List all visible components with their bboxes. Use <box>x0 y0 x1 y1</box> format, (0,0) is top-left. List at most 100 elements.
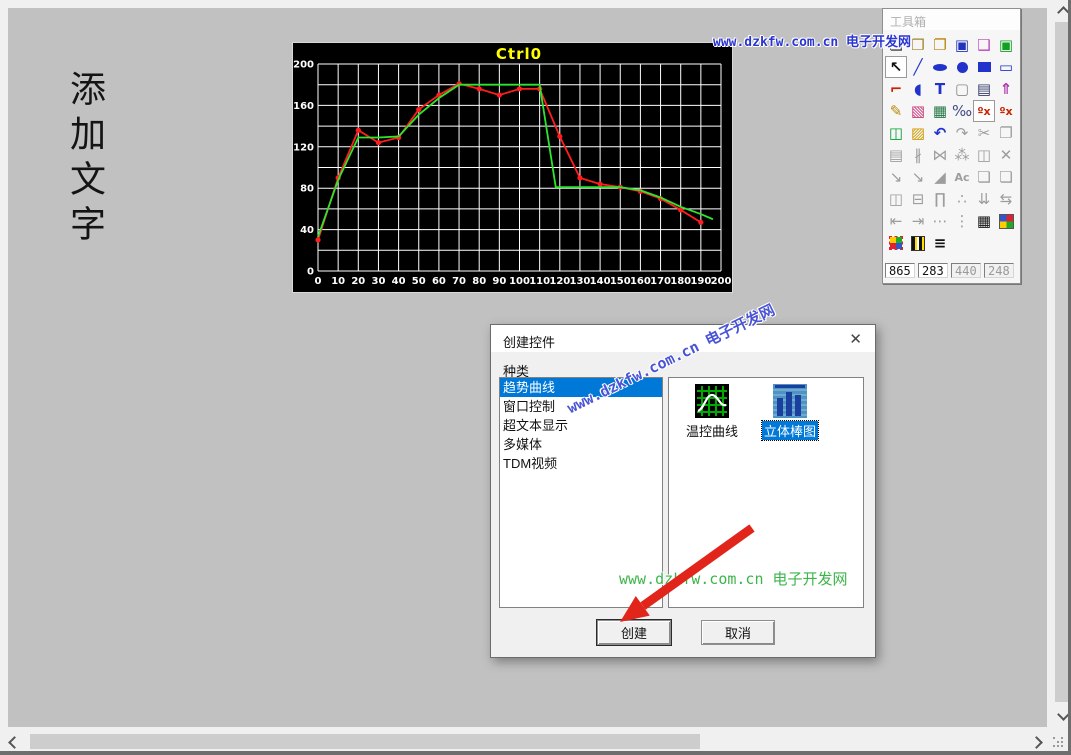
cancel-button[interactable]: 取消 <box>701 620 775 645</box>
align-bottom-icon: ⊟ <box>907 188 929 210</box>
palette-export-icon[interactable]: ▨ <box>907 122 929 144</box>
rect-tool-icon-shape <box>978 62 991 72</box>
cut-icon: ✂ <box>973 122 995 144</box>
scroll-left-icon[interactable] <box>8 736 21 749</box>
note-edit-icon[interactable]: ✎ <box>885 100 907 122</box>
create-button[interactable]: 创建 <box>597 620 671 645</box>
svg-text:40: 40 <box>392 276 406 287</box>
category-item[interactable]: TDM视频 <box>500 454 662 473</box>
circle-tool-icon-shape <box>957 62 968 73</box>
stripes-icon[interactable]: ≡ <box>929 232 951 254</box>
svg-text:50: 50 <box>412 276 426 287</box>
coordinate-field: 248 <box>984 263 1014 278</box>
dialog-titlebar[interactable]: 创建控件 ✕ <box>491 325 875 352</box>
svg-text:0: 0 <box>307 267 314 278</box>
select-cursor-icon[interactable]: ↖ <box>885 56 907 78</box>
flip-h-icon: ❏ <box>973 166 995 188</box>
rocket-widget-icon[interactable]: ⇑ <box>995 78 1017 100</box>
canvas-vertical-text[interactable]: 添加文字 <box>66 70 102 250</box>
report-tool-icon[interactable]: ▤ <box>973 78 995 100</box>
run-view-icon[interactable]: ▣ <box>995 34 1017 56</box>
rect-tool-icon[interactable] <box>973 56 995 78</box>
svg-text:80: 80 <box>472 276 486 287</box>
save-icon[interactable]: ▣ <box>951 34 973 56</box>
horizontal-scrollbar[interactable] <box>0 733 1047 750</box>
distribute-pairs-icon: ∦ <box>907 144 929 166</box>
color-select-icon[interactable] <box>885 232 907 254</box>
value-label-icon[interactable]: ºx <box>973 100 995 122</box>
fill-tool-icon: ◢ <box>929 166 951 188</box>
color-bars-icon-shape <box>911 236 925 251</box>
category-listbox[interactable]: 趋势曲线窗口控制超文本显示多媒体TDM视频 <box>499 377 663 608</box>
toolbox-coordinate-fields: 865283440248 <box>885 263 1014 278</box>
coordinate-field[interactable]: 865 <box>885 263 915 278</box>
grid-icon[interactable]: ▦ <box>973 210 995 232</box>
category-item[interactable]: 趋势曲线 <box>500 378 662 397</box>
svg-text:130: 130 <box>570 276 591 287</box>
category-item[interactable]: 窗口控制 <box>500 397 662 416</box>
ellipse-tool-icon[interactable] <box>929 56 951 78</box>
toolbox-title: 工具箱 <box>883 9 1020 30</box>
new-file-icon[interactable]: ❏ <box>885 34 907 56</box>
scale-icon: ⁂ <box>951 144 973 166</box>
svg-text:140: 140 <box>590 276 611 287</box>
align-center-icon: ◫ <box>885 188 907 210</box>
graph-widget-icon[interactable]: ▦ <box>929 100 951 122</box>
polygon-tool-icon[interactable]: ▭ <box>995 56 1017 78</box>
rounded-rect-tool-icon[interactable]: ▢ <box>951 78 973 100</box>
bar3d-icon-box[interactable] <box>773 384 807 418</box>
ellipse-tool-icon-shape <box>933 64 947 71</box>
color-bars-icon[interactable] <box>907 232 929 254</box>
grow-icon: ⇥ <box>907 210 929 232</box>
rotate-right-icon: ↘ <box>885 166 907 188</box>
trend-chart-svg: 0102030405060708090100110120130140150160… <box>293 43 732 292</box>
control-item[interactable]: 立体棒图 <box>755 384 825 441</box>
svg-text:70: 70 <box>452 276 466 287</box>
image-tool-icon[interactable]: ▧ <box>907 100 929 122</box>
scroll-right-icon[interactable] <box>1030 736 1043 749</box>
coordinate-field[interactable]: 283 <box>918 263 948 278</box>
redo-icon: ↷ <box>951 122 973 144</box>
text-case-icon: Ac <box>951 166 973 188</box>
temp-curve-icon-box[interactable] <box>695 384 729 418</box>
category-item[interactable]: 超文本显示 <box>500 416 662 435</box>
resize-grip[interactable] <box>1053 737 1065 749</box>
dialog-title: 创建控件 <box>503 332 555 351</box>
svg-text:200: 200 <box>293 60 314 71</box>
cylinder-widget-icon[interactable]: ◫ <box>885 122 907 144</box>
control-panel[interactable]: 温控曲线立体棒图 <box>668 377 864 608</box>
bar3d-icon <box>773 384 807 418</box>
trend-chart-widget[interactable]: 0102030405060708090100110120130140150160… <box>292 42 733 293</box>
toolbox-palette[interactable]: 工具箱 ❏❒❐▣❑▣↖╱▭⌐◖T▢▤⇑✎▧▦‰ºxºx◫▨↶↷✂❐▤∦⋈⁂◫✕↘… <box>882 8 1021 284</box>
swap-icon: ✕ <box>995 144 1017 166</box>
text-tool-icon[interactable]: T <box>929 78 951 100</box>
horizontal-scrollbar-thumb[interactable] <box>30 734 700 749</box>
flip-v-icon: ❏ <box>995 166 1017 188</box>
line-tool-icon[interactable]: ╱ <box>907 56 929 78</box>
svg-text:20: 20 <box>351 276 365 287</box>
svg-text:30: 30 <box>371 276 385 287</box>
bring-front-icon: ⇆ <box>995 188 1017 210</box>
color-grid-icon[interactable] <box>995 210 1017 232</box>
push-back-icon: ⇊ <box>973 188 995 210</box>
value-label-small-icon[interactable]: ºx <box>995 100 1017 122</box>
window-export-icon[interactable]: ❑ <box>973 34 995 56</box>
pipe-tool-icon[interactable]: ⌐ <box>885 78 907 100</box>
paste-icon: ▤ <box>885 144 907 166</box>
circle-tool-icon[interactable] <box>951 56 973 78</box>
arc-tool-icon[interactable]: ◖ <box>907 78 929 100</box>
svg-text:0: 0 <box>315 276 322 287</box>
undo-icon[interactable]: ↶ <box>929 122 951 144</box>
toolbox-icon-grid: ❏❒❐▣❑▣↖╱▭⌐◖T▢▤⇑✎▧▦‰ºxºx◫▨↶↷✂❐▤∦⋈⁂◫✕↘↘◢Ac… <box>885 34 1019 254</box>
svg-text:110: 110 <box>529 276 550 287</box>
control-item[interactable]: 温控曲线 <box>677 384 747 441</box>
color-select-icon-shape <box>890 237 902 249</box>
unit-label-icon[interactable]: ‰ <box>951 100 973 122</box>
close-icon[interactable]: ✕ <box>849 330 862 348</box>
category-item[interactable]: 多媒体 <box>500 435 662 454</box>
import-export-icon[interactable]: ❐ <box>929 34 951 56</box>
dots-v-icon: ⋮ <box>951 210 973 232</box>
svg-text:200: 200 <box>711 276 732 287</box>
open-folder-icon[interactable]: ❒ <box>907 34 929 56</box>
rotate-left-icon: ↘ <box>907 166 929 188</box>
